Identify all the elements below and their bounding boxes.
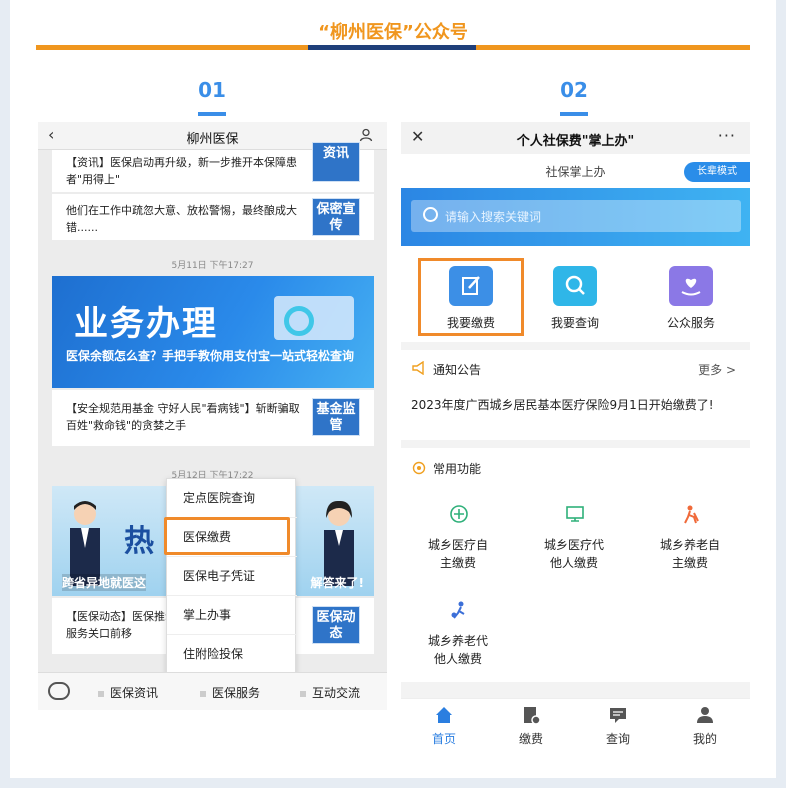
title-underline-middle [308,45,476,50]
banner-headline: 热 [124,524,154,559]
popup-menu: 定点医院查询 医保缴费 医保电子凭证 掌上办事 住附险投保 [166,478,297,676]
notice-header[interactable]: 通知公告 更多 > [401,350,750,388]
phone-screenshot-wechat: ‹ 柳州医保 【资讯】医保启动再升级，新一步推开本保障患者"用得上" 资讯 他们… [38,122,387,710]
monitor-icon [566,506,584,522]
service-query[interactable]: 我要查询 [517,260,633,340]
notice-text[interactable]: 2023年度广西城乡居民基本医疗保险9月1日开始缴费了! [411,396,741,415]
article-banner[interactable]: 业务办理 医保余额怎么查？手把手教你用支付宝一站式轻松查询 [52,276,374,388]
bill-icon [524,707,541,725]
menu-item-hospital-query[interactable]: 定点医院查询 [167,479,297,518]
article-title: 他们在工作中疏忽大意、放松警惕，最终酿成大错...... [66,204,297,234]
article-thumb: 基金监管 [312,398,360,436]
article-title: 【医保动态】医保推动服务关口前移 [66,610,176,640]
banner-caption-right: 解答来了! [310,576,364,590]
message-timestamp: 5月11日 下午17:27 [171,261,254,271]
function-medical-proxy[interactable]: 城乡医疗代 他人缴费 [519,504,629,570]
miniapp-title: 个人社保费"掌上办" [516,134,635,149]
article-thumb: 资讯 [312,142,360,182]
menu-item-insurance[interactable]: 住附险投保 [167,635,297,674]
step-number-2: 02 [560,78,588,102]
search-placeholder: 请输入搜索关键词 [445,210,542,224]
step-number-1: 01 [198,78,226,102]
user-icon[interactable] [359,128,373,142]
step-bar-2 [560,112,588,116]
divider [401,440,750,448]
menu-tab-services[interactable]: 医保服务 [200,684,260,701]
chat-icon [610,708,626,723]
divider [401,682,750,698]
notice-more-link[interactable]: 更多 > [698,361,736,378]
home-icon [436,707,452,723]
article-item[interactable]: 他们在工作中疏忽大意、放松警惕，最终酿成大错...... 保密宣传 [52,194,374,240]
article-thumb: 医保动态 [312,606,360,644]
banner-caption-left: 跨省异地就医这 [62,574,147,591]
service-label: 我要查询 [550,316,599,330]
functions-label: 常用功能 [433,462,482,476]
elder-helper-icon [451,601,465,619]
search-icon [553,266,597,306]
miniapp-header: ✕ 个人社保费"掌上办" ··· [401,122,750,154]
search-icon [423,207,438,222]
article-item[interactable]: 【安全规范用基金 守好人民"看病钱"】斩断骗取百姓"救命钱"的贪婪之手 基金监管 [52,390,374,446]
title-underline-left [36,45,308,50]
banner-headline: 业务办理 [74,304,218,344]
user-icon [697,707,713,723]
banner-caption: 医保余额怎么查？手把手教你用支付宝一站式轻松查询 [66,349,355,363]
more-icon[interactable]: ··· [718,126,736,145]
function-pension-self[interactable]: 城乡养老自 主缴费 [635,504,745,570]
tab-query[interactable]: 查询 [575,699,661,750]
menu-tab-news[interactable]: 医保资讯 [98,684,158,701]
article-title: 【安全规范用基金 守好人民"看病钱"】斩断骗取百姓"救命钱"的贪婪之手 [66,402,300,432]
bottom-tabbar: 首页 缴费 查询 我的 [401,698,750,750]
search-input[interactable]: 请输入搜索关键词 [411,200,741,232]
tab-home[interactable]: 首页 [401,699,487,750]
step-bar-1 [198,112,226,116]
search-icon [284,306,314,336]
tab-mine[interactable]: 我的 [662,699,748,750]
notice-label: 通知公告 [433,363,482,377]
miniapp-subheader: 社保掌上办 长辈模式 [401,154,750,188]
title-underline-right [476,45,750,50]
article-thumb: 保密宣传 [312,198,360,236]
service-public[interactable]: 公众服务 [633,260,749,340]
elder-icon [684,505,699,524]
menu-tab-interact[interactable]: 互动交流 [300,684,360,701]
elder-mode-button[interactable]: 长辈模式 [684,162,750,182]
megaphone-icon [412,361,424,375]
article-title: 【资讯】医保启动再升级，新一步推开本保障患者"用得上" [66,156,297,186]
wechat-menu-bar: 医保资讯 医保服务 互动交流 [38,672,387,710]
page-title: “柳州医保”公众号 [318,22,468,43]
woman-illustration [324,500,354,586]
search-area: 请输入搜索关键词 [401,188,750,246]
highlight-box [418,258,524,336]
function-medical-self[interactable]: 城乡医疗自 主缴费 [403,504,513,570]
service-label: 公众服务 [666,316,715,330]
phone-screenshot-miniapp: ✕ 个人社保费"掌上办" ··· 社保掌上办 长辈模式 请输入搜索关键词 我要缴… [401,122,750,750]
article-item[interactable]: 【资讯】医保启动再升级，新一步推开本保障患者"用得上" 资讯 [52,142,374,192]
divider [401,342,750,350]
function-pension-proxy[interactable]: 城乡养老代 他人缴费 [403,600,513,666]
functions-header: 常用功能 [401,452,750,486]
medical-icon [450,505,468,523]
menu-item-e-voucher[interactable]: 医保电子凭证 [167,557,297,596]
keyboard-icon[interactable] [48,682,70,700]
highlight-box [164,517,290,555]
heart-hand-icon [669,266,713,306]
menu-item-mobile-service[interactable]: 掌上办事 [167,596,297,635]
gear-icon [412,461,426,475]
tab-pay[interactable]: 缴费 [488,699,574,750]
man-illustration [70,501,100,586]
